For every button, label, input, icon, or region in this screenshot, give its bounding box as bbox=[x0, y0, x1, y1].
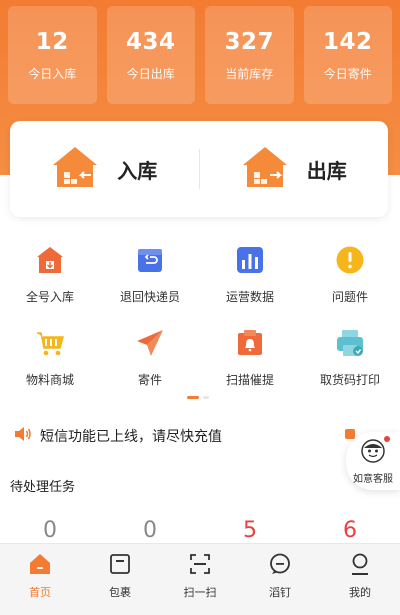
pending-tasks-row: 0 0 5 6 bbox=[0, 518, 400, 543]
grid-label: 问题件 bbox=[331, 290, 368, 304]
tab-label: 扫一扫 bbox=[183, 586, 217, 599]
inout-card: 入库 出库 bbox=[10, 121, 388, 217]
profile-icon bbox=[348, 552, 372, 580]
page-dot bbox=[203, 396, 209, 399]
tab-mine[interactable]: 我的 bbox=[320, 544, 400, 615]
grid-label: 物料商城 bbox=[25, 373, 74, 387]
grid-item-scan-remind[interactable]: 扫描催提 bbox=[200, 327, 300, 388]
stat-today-in[interactable]: 12 今日入库 bbox=[8, 6, 97, 104]
warehouse-icon bbox=[34, 244, 66, 276]
tab-label: 我的 bbox=[349, 586, 371, 599]
inbound-label: 入库 bbox=[117, 158, 158, 183]
notice-bar[interactable]: 短信功能已上线，请尽快充值 bbox=[14, 424, 344, 448]
grid-item-full-inbound[interactable]: 全号入库 bbox=[0, 244, 100, 305]
exclamation-icon bbox=[334, 244, 366, 276]
tab-label: 首页 bbox=[29, 586, 51, 599]
page-indicator bbox=[187, 396, 209, 399]
grid-label: 取货码打印 bbox=[319, 373, 380, 387]
outbound-label: 出库 bbox=[306, 158, 347, 183]
page-dot-active bbox=[187, 396, 199, 399]
stat-today-out[interactable]: 434 今日出库 bbox=[106, 6, 195, 104]
grid-item-problem-parcel[interactable]: 问题件 bbox=[300, 244, 400, 305]
stat-value: 142 bbox=[322, 28, 373, 55]
feature-grid: 全号入库 退回快递员 运营数据 问题件 物料商城 寄件 扫描催提 取货码打印 bbox=[0, 244, 400, 388]
warehouse-out-icon bbox=[241, 145, 289, 193]
grid-item-return-courier[interactable]: 退回快递员 bbox=[100, 244, 200, 305]
notice-more-tag bbox=[345, 429, 355, 439]
inbound-button[interactable]: 入库 bbox=[10, 121, 199, 217]
stat-label: 今日入库 bbox=[28, 66, 77, 81]
tab-home[interactable]: 首页 bbox=[0, 544, 80, 615]
tab-scan[interactable]: 扫一扫 bbox=[160, 544, 240, 615]
outbound-button[interactable]: 出库 bbox=[200, 121, 389, 217]
grid-item-operations-data[interactable]: 运营数据 bbox=[200, 244, 300, 305]
return-box-icon bbox=[134, 244, 166, 276]
customer-service-label: 如意客服 bbox=[353, 473, 393, 485]
grid-item-send-parcel[interactable]: 寄件 bbox=[100, 327, 200, 388]
grid-label: 全号入库 bbox=[25, 290, 74, 304]
tab-label: 滔钉 bbox=[269, 586, 291, 599]
stat-label: 当前库存 bbox=[225, 66, 274, 81]
bell-box-icon bbox=[234, 327, 266, 359]
task-count[interactable]: 0 bbox=[100, 518, 200, 543]
warehouse-in-icon bbox=[51, 145, 99, 193]
customer-service-avatar-icon bbox=[360, 438, 386, 468]
bar-chart-icon bbox=[234, 244, 266, 276]
task-count[interactable]: 5 bbox=[200, 518, 300, 543]
stat-value: 434 bbox=[125, 28, 176, 55]
customer-service-button[interactable]: 如意客服 bbox=[346, 432, 400, 490]
grid-item-pickup-code-print[interactable]: 取货码打印 bbox=[300, 327, 400, 388]
package-icon bbox=[108, 552, 132, 580]
stat-label: 今日出库 bbox=[126, 66, 175, 81]
task-count[interactable]: 0 bbox=[0, 518, 100, 543]
grid-label: 扫描催提 bbox=[225, 373, 274, 387]
tab-messages[interactable]: 滔钉 bbox=[240, 544, 320, 615]
tab-package[interactable]: 包裹 bbox=[80, 544, 160, 615]
grid-label: 运营数据 bbox=[225, 290, 274, 304]
chat-icon bbox=[268, 552, 292, 580]
stat-label: 今日寄件 bbox=[323, 66, 372, 81]
shopping-cart-icon bbox=[34, 327, 66, 359]
stats-row: 12 今日入库 434 今日出库 327 当前库存 142 今日寄件 bbox=[8, 6, 392, 104]
stat-value: 327 bbox=[224, 28, 274, 55]
grid-item-supplies-mall[interactable]: 物料商城 bbox=[0, 327, 100, 388]
stat-current-stock[interactable]: 327 当前库存 bbox=[205, 6, 294, 104]
stat-value: 12 bbox=[35, 28, 69, 55]
pending-tasks-title: 待处理任务 bbox=[10, 480, 76, 495]
notice-text: 短信功能已上线，请尽快充值 bbox=[40, 429, 222, 445]
printer-icon bbox=[334, 327, 366, 359]
paper-plane-icon bbox=[134, 327, 166, 359]
task-count[interactable]: 6 bbox=[300, 518, 400, 543]
tab-label: 包裹 bbox=[109, 586, 131, 599]
speaker-icon bbox=[14, 426, 32, 446]
bottom-tab-bar: 首页 包裹 扫一扫 滔钉 我的 bbox=[0, 543, 400, 615]
notification-dot bbox=[384, 436, 390, 442]
grid-label: 退回快递员 bbox=[119, 290, 180, 304]
home-icon bbox=[28, 552, 52, 580]
scan-icon bbox=[188, 552, 212, 580]
grid-label: 寄件 bbox=[137, 373, 162, 387]
stat-today-send[interactable]: 142 今日寄件 bbox=[303, 6, 392, 104]
